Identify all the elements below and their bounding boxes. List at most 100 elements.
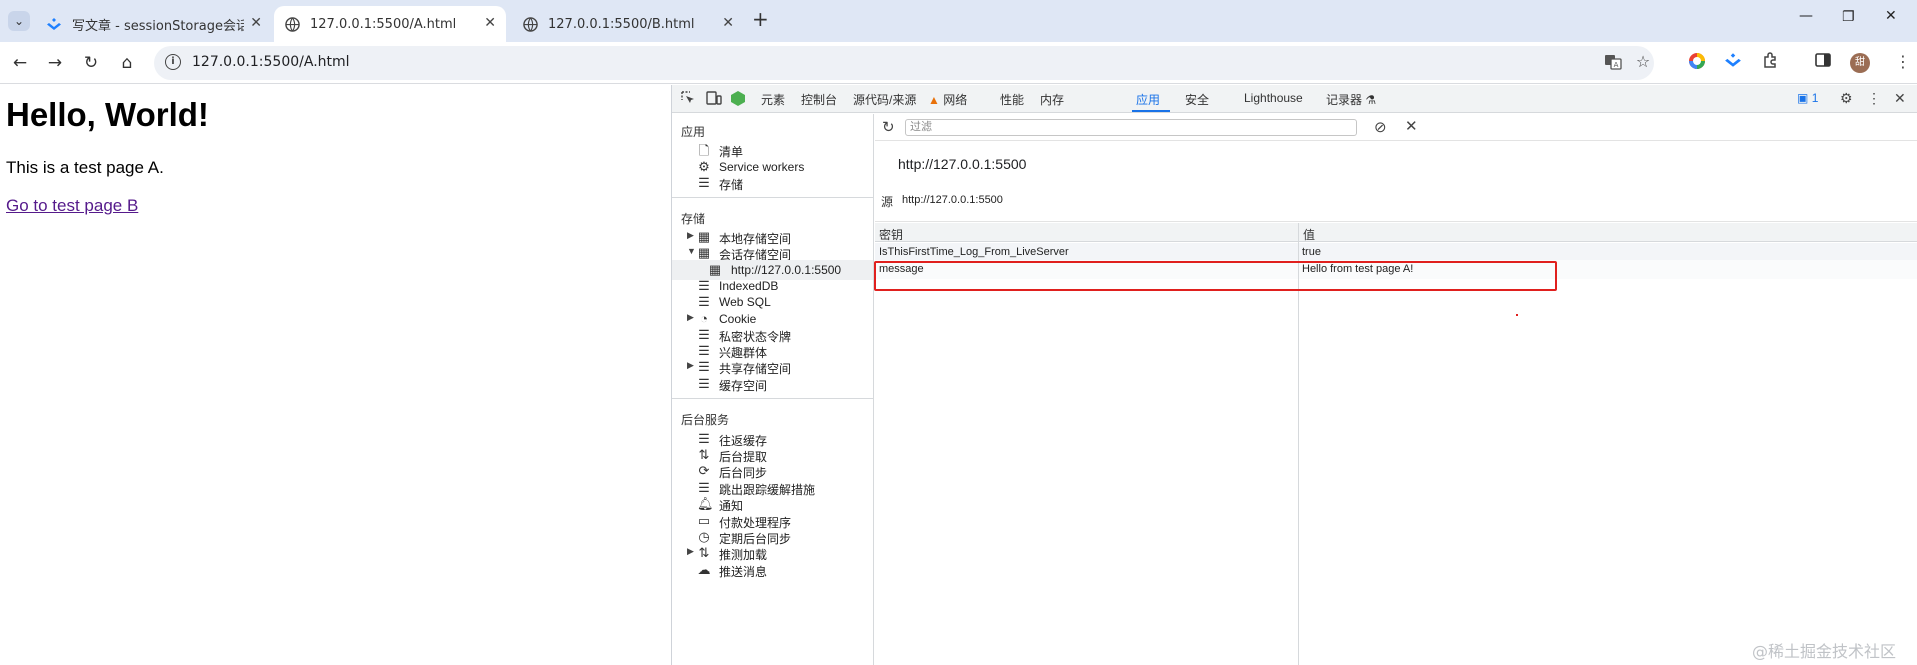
annotation-dot — [1516, 314, 1518, 316]
tab-elements[interactable]: 元素 — [761, 91, 785, 108]
sidebar-item-label: Service workers — [719, 160, 805, 174]
browser-window: ⌄ 写文章 - sessionStorage会话 ✕ 127.0.0.1:550… — [0, 0, 1917, 665]
database-icon: ☰ — [698, 359, 710, 374]
origin-label: 源 — [881, 195, 894, 209]
sidebar-item-storage[interactable]: ☰ 存储 — [672, 173, 873, 193]
globe-icon — [284, 16, 300, 32]
sidebar-item-label: 缓存空间 — [719, 379, 768, 393]
section-background-services: 后台服务 — [681, 413, 730, 427]
address-bar[interactable]: i 127.0.0.1:5500/A.html A ☆ — [154, 46, 1654, 80]
database-icon: ☰ — [698, 175, 710, 190]
clear-all-icon[interactable]: ⊘ — [1374, 118, 1387, 136]
link-to-page-b[interactable]: Go to test page B — [6, 196, 138, 216]
reload-button[interactable]: ↻ — [80, 53, 102, 73]
warning-icon: ▲ — [928, 93, 940, 107]
tab-console[interactable]: 控制台 — [801, 91, 837, 108]
sidebar-item-label: IndexedDB — [719, 279, 779, 293]
device-toolbar-icon[interactable] — [706, 91, 722, 108]
minimize-button[interactable]: — — [1799, 8, 1813, 24]
juejin-extension-icon[interactable] — [1722, 52, 1744, 72]
tab-recorder-label: 记录器 — [1326, 93, 1363, 107]
more-options-icon[interactable]: ⋮ — [1867, 90, 1881, 107]
collapse-arrow-icon[interactable]: ▼ — [687, 246, 696, 256]
expand-arrow-icon[interactable]: ▶ — [687, 312, 694, 323]
tab-recorder[interactable]: 记录器 ⚗ — [1326, 91, 1376, 108]
tab-application[interactable]: 应用 — [1136, 91, 1160, 108]
divider — [672, 197, 873, 198]
application-sidebar: 应用 🗋 清单 ⚙ Service workers ☰ 存储 存储 ▶ ▦ 本地存储空间 … — [672, 114, 874, 665]
expand-arrow-icon[interactable]: ▶ — [687, 546, 694, 557]
tab-title: 写文章 - sessionStorage会话 — [72, 18, 244, 34]
sidebar-item-label: 推送消息 — [719, 565, 768, 579]
close-icon[interactable]: ✕ — [722, 15, 734, 31]
cookie-icon: ◔ — [700, 311, 708, 326]
sidebar-item-label: 存储 — [719, 178, 744, 192]
bookmark-star-icon[interactable]: ☆ — [1632, 52, 1654, 71]
section-storage: 存储 — [681, 212, 706, 226]
delete-selected-icon[interactable]: ✕ — [1405, 117, 1418, 135]
issues-count: 1 — [1811, 91, 1819, 105]
forward-button[interactable]: → — [44, 53, 66, 73]
tab-security[interactable]: 安全 — [1185, 91, 1209, 108]
close-icon[interactable]: ✕ — [484, 15, 496, 31]
sidebar-item-push-messaging[interactable]: ☁ 推送消息 — [672, 560, 873, 580]
browser-toolbar: ← → ↻ ⌂ i 127.0.0.1:5500/A.html A ☆ 甜 ⋮ — [0, 42, 1917, 84]
address-url: 127.0.0.1:5500/A.html — [192, 54, 350, 70]
session-storage-pane: ↻ 过滤 ⊘ ✕ http://127.0.0.1:5500 源 http://… — [875, 114, 1917, 665]
tab-write-article[interactable]: 写文章 - sessionStorage会话 ✕ — [36, 6, 272, 42]
expand-arrow-icon[interactable]: ▶ — [687, 360, 694, 371]
home-button[interactable]: ⌂ — [116, 53, 138, 73]
tab-title: 127.0.0.1:5500/A.html — [310, 16, 457, 32]
column-header-value[interactable]: 值 — [1299, 223, 1917, 242]
sidebar-item-label: Web SQL — [719, 295, 771, 309]
column-header-key[interactable]: 密钥 — [875, 223, 1299, 242]
tab-sources[interactable]: 源代码/来源 — [853, 91, 916, 108]
tab-performance[interactable]: 性能 — [1000, 91, 1024, 108]
more-menu-icon[interactable]: ⋮ — [1892, 52, 1914, 71]
flask-icon: ⚗ — [1365, 93, 1377, 107]
profile-avatar[interactable]: 甜 — [1850, 53, 1870, 73]
origin-value: http://127.0.0.1:5500 — [902, 194, 1003, 206]
svg-text:A: A — [1614, 61, 1619, 69]
refresh-icon[interactable]: ↻ — [882, 118, 895, 136]
site-info-icon[interactable]: i — [165, 54, 181, 70]
back-button[interactable]: ← — [9, 53, 31, 73]
new-tab-button[interactable]: + — [752, 7, 769, 31]
sync-icon: ⟳ — [698, 463, 710, 478]
tab-network[interactable]: ▲ 网络 — [928, 91, 967, 108]
tab-search-button[interactable]: ⌄ — [8, 11, 30, 31]
tab-a-html[interactable]: 127.0.0.1:5500/A.html ✕ — [274, 6, 506, 42]
color-extension-icon[interactable] — [1686, 52, 1708, 74]
close-icon[interactable]: ✕ — [250, 15, 262, 31]
database-icon: ☰ — [698, 294, 710, 309]
tab-title: 127.0.0.1:5500/B.html — [548, 16, 695, 32]
issues-badge[interactable]: ▣ 1 — [1797, 91, 1818, 105]
filter-input[interactable]: 过滤 — [905, 119, 1357, 136]
inspect-element-icon[interactable] — [681, 91, 695, 108]
close-devtools-icon[interactable]: ✕ — [1894, 90, 1906, 107]
tab-lighthouse[interactable]: Lighthouse — [1244, 91, 1303, 105]
settings-gear-icon[interactable]: ⚙ — [1840, 90, 1853, 107]
active-tab-indicator — [1132, 110, 1170, 112]
message-icon: ▣ — [1797, 91, 1809, 105]
extensions-puzzle-icon[interactable] — [1759, 52, 1781, 73]
sidebar-item-cache-storage[interactable]: ☰ 缓存空间 — [672, 374, 873, 394]
tab-memory[interactable]: 内存 — [1040, 91, 1064, 108]
filter-toolbar: ↻ 过滤 ⊘ ✕ — [875, 114, 1917, 141]
tab-b-html[interactable]: 127.0.0.1:5500/B.html ✕ — [512, 6, 744, 42]
database-icon: ☰ — [698, 376, 710, 391]
restore-button[interactable]: ❐ — [1842, 9, 1855, 25]
vue-devtools-icon[interactable] — [731, 91, 745, 109]
page-heading: Hello, World! — [6, 96, 209, 133]
translate-icon[interactable]: A — [1602, 53, 1624, 75]
side-panel-icon[interactable] — [1812, 52, 1834, 72]
globe-icon — [522, 16, 538, 32]
sidebar-item-label: Cookie — [719, 312, 757, 326]
origin-title: http://127.0.0.1:5500 — [898, 156, 1027, 172]
juejin-icon — [46, 16, 62, 32]
cloud-icon: ☁ — [697, 562, 711, 577]
arrows-up-down-icon: ⇅ — [698, 545, 710, 560]
watermark: @稀土掘金技术社区 — [1752, 642, 1897, 661]
close-window-button[interactable]: ✕ — [1885, 8, 1897, 24]
expand-arrow-icon[interactable]: ▶ — [687, 230, 694, 241]
